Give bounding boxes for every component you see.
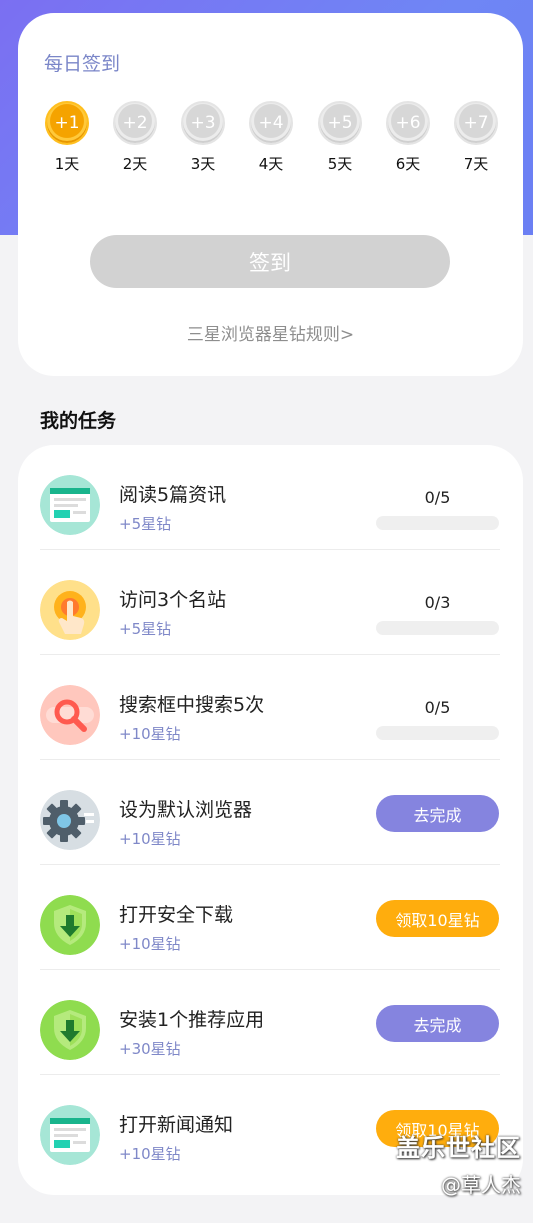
day-label: 4天 [258,155,284,173]
progress-bar [376,621,499,635]
daily-checkin-card: 每日签到 +1 1天 +2 2天 +3 3天 +4 4天 +5 5天 +6 6天… [18,13,523,376]
coin-icon: +3 [181,101,225,145]
shield-download-icon [40,1000,100,1060]
checkin-day-7: +7 7天 [451,101,501,174]
checkin-day-3: +3 3天 [178,101,228,174]
news-icon [40,475,100,535]
shield-download-icon [40,895,100,955]
task-reward: +30星钻 [119,1040,181,1058]
coin-icon: +1 [45,101,89,145]
task-title: 搜索框中搜索5次 [119,694,265,716]
section-title: 我的任务 [40,410,117,432]
task-row[interactable]: 阅读5篇资讯 +5星钻 0/5 [40,445,500,550]
go-complete-button[interactable]: 去完成 [376,795,499,832]
checkin-button[interactable]: 签到 [90,235,450,288]
checkin-day-5: +5 5天 [315,101,365,174]
day-label: 5天 [327,155,353,173]
task-title: 阅读5篇资讯 [119,484,227,506]
task-row[interactable]: 搜索框中搜索5次 +10星钻 0/5 [40,655,500,760]
task-reward: +5星钻 [119,515,172,533]
checkin-title: 每日签到 [44,53,121,75]
progress-text: 0/5 [424,488,451,507]
coin-icon: +6 [386,101,430,145]
checkin-day-4: +4 4天 [246,101,296,174]
gear-icon [40,790,100,850]
progress-bar [376,516,499,530]
news-icon [40,1105,100,1165]
search-icon [40,685,100,745]
checkin-day-1: +1 1天 [42,101,92,174]
task-row[interactable]: 访问3个名站 +5星钻 0/3 [40,550,500,655]
coin-icon: +4 [249,101,293,145]
task-reward: +5星钻 [119,620,172,638]
coin-icon: +7 [454,101,498,145]
checkin-day-2: +2 2天 [110,101,160,174]
go-complete-button[interactable]: 去完成 [376,1005,499,1042]
checkin-day-6: +6 6天 [383,101,433,174]
task-reward: +10星钻 [119,830,181,848]
day-label: 3天 [190,155,216,173]
task-reward: +10星钻 [119,935,181,953]
progress-bar [376,726,499,740]
task-reward: +10星钻 [119,1145,181,1163]
coin-icon: +2 [113,101,157,145]
task-list: 阅读5篇资讯 +5星钻 0/5 访问3个名站 +5星钻 0/3 搜索框中搜索5次… [18,445,523,1195]
claim-reward-button[interactable]: 领取10星钻 [376,900,499,937]
day-label: 7天 [463,155,489,173]
coin-icon: +5 [318,101,362,145]
task-row[interactable]: 安装1个推荐应用 +30星钻 去完成 [40,970,500,1075]
day-label: 1天 [54,155,80,173]
tap-finger-icon [40,580,100,640]
day-label: 2天 [122,155,148,173]
task-row[interactable]: 打开安全下载 +10星钻 领取10星钻 [40,865,500,970]
progress-text: 0/5 [424,698,451,717]
progress-text: 0/3 [424,593,451,612]
task-title: 设为默认浏览器 [119,799,253,821]
task-title: 打开安全下载 [119,904,234,926]
task-title: 访问3个名站 [119,589,227,611]
task-row[interactable]: 打开新闻通知 +10星钻 领取10星钻 [40,1075,500,1180]
rules-link[interactable]: 三星浏览器星钻规则> [18,320,523,345]
task-reward: +10星钻 [119,725,181,743]
task-title: 安装1个推荐应用 [119,1009,265,1031]
task-title: 打开新闻通知 [119,1114,234,1136]
claim-reward-button[interactable]: 领取10星钻 [376,1110,499,1147]
task-row[interactable]: 设为默认浏览器 +10星钻 去完成 [40,760,500,865]
day-label: 6天 [395,155,421,173]
